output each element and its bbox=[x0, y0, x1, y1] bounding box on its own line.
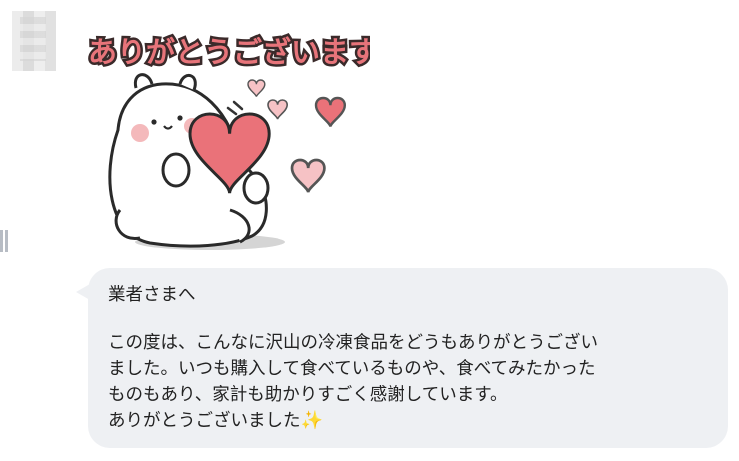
sticker-caption: ありがとうございます bbox=[88, 35, 370, 69]
message-line-4: ありがとうございました✨ bbox=[108, 408, 708, 434]
sticker-graphic: ありがとうございます bbox=[86, 33, 381, 250]
scroll-handle[interactable] bbox=[0, 230, 8, 252]
heart-icon bbox=[267, 99, 289, 120]
sender-avatar[interactable] bbox=[12, 11, 56, 71]
message-bubble[interactable]: 業者さまへ この度は、こんなに沢山の冷凍食品をどうもありがとうござい ました。い… bbox=[88, 268, 728, 448]
message-line-1: この度は、こんなに沢山の冷凍食品をどうもありがとうござい bbox=[108, 333, 598, 353]
sparkle-icon: ✨ bbox=[300, 410, 323, 431]
message-line-2: ました。いつも購入して食べているものや、食べてみたかった bbox=[108, 359, 596, 379]
heart-icon bbox=[314, 96, 347, 128]
message-line-3: ものもあり、家計も助かりすごく感謝しています。 bbox=[108, 385, 508, 405]
thank-you-sticker[interactable]: ありがとうございます bbox=[80, 10, 381, 255]
heart-icon bbox=[247, 79, 266, 98]
message-greeting: 業者さまへ bbox=[108, 285, 196, 305]
heart-icon bbox=[290, 158, 326, 193]
message-line-4-text: ありがとうございました bbox=[108, 411, 301, 431]
